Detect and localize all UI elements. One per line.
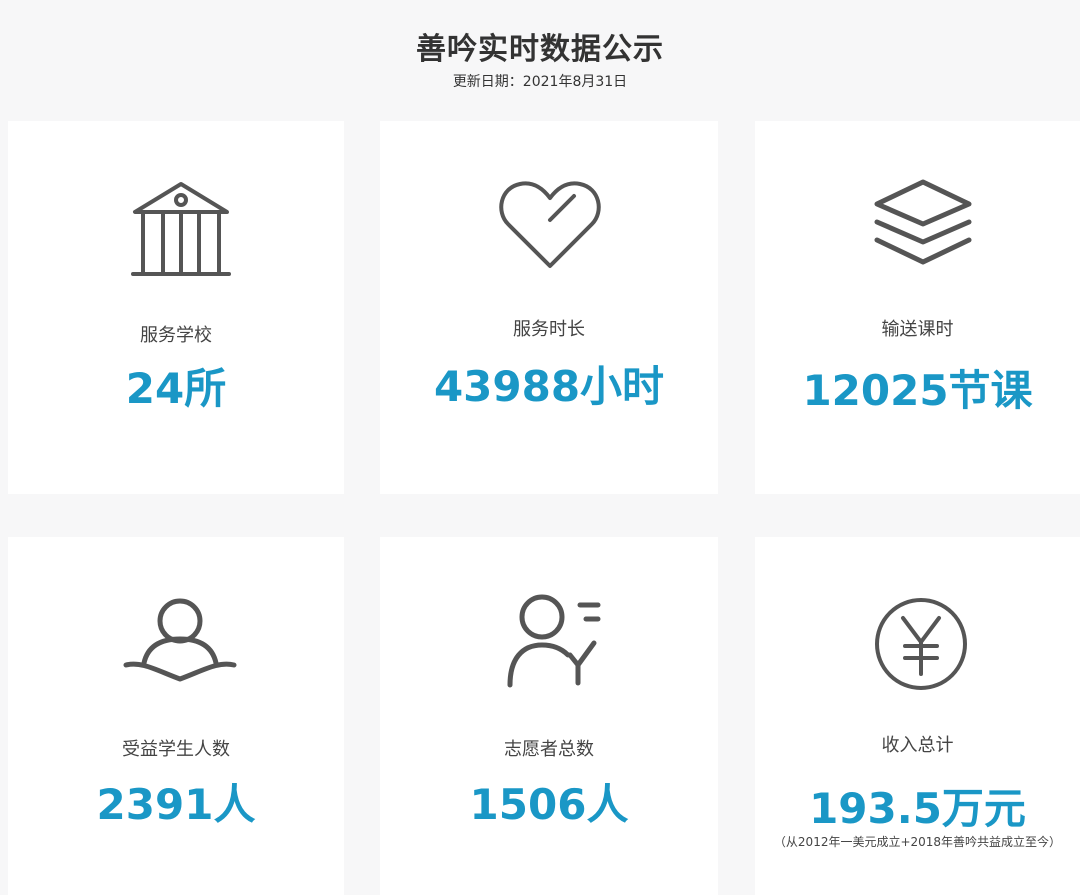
stat-label: 受益学生人数 [122,739,230,760]
stat-note: （从2012年一美元成立+2018年善吟共益成立至今） [773,835,1062,849]
stat-value: 12025节课 [802,366,1033,415]
stat-value: 2391人 [96,780,256,829]
stat-value: 24所 [125,364,227,413]
stat-value: 43988小时 [433,362,665,411]
stat-card-volunteers: 志愿者总数 1506人 [380,537,718,895]
stat-card-service-hours: 服务时长 43988小时 [380,121,718,494]
bank-icon [129,180,233,280]
stat-label: 志愿者总数 [504,739,594,760]
stat-label: 输送课时 [881,319,954,340]
update-date: 更新日期：2021年8月31日 [452,74,628,90]
stat-value: 193.5万元 [809,784,1026,833]
volunteer-icon [504,593,604,689]
stat-card-lesson-hours: 输送课时 12025节课 [755,121,1080,494]
stat-card-schools: 服务学校 24所 [8,121,344,494]
stat-card-income: 收入总计 193.5万元 （从2012年一美元成立+2018年善吟共益成立至今） [755,537,1080,895]
heart-icon [498,176,602,270]
stat-label: 服务学校 [140,325,212,346]
stat-label: 收入总计 [881,735,954,756]
student-icon [122,597,238,683]
layers-icon [869,176,977,272]
stat-card-students: 受益学生人数 2391人 [8,537,344,895]
stat-label: 服务时长 [513,319,585,340]
page-title: 善吟实时数据公示 [416,32,664,67]
stat-value: 1506人 [469,780,629,829]
yuan-icon [873,596,969,692]
